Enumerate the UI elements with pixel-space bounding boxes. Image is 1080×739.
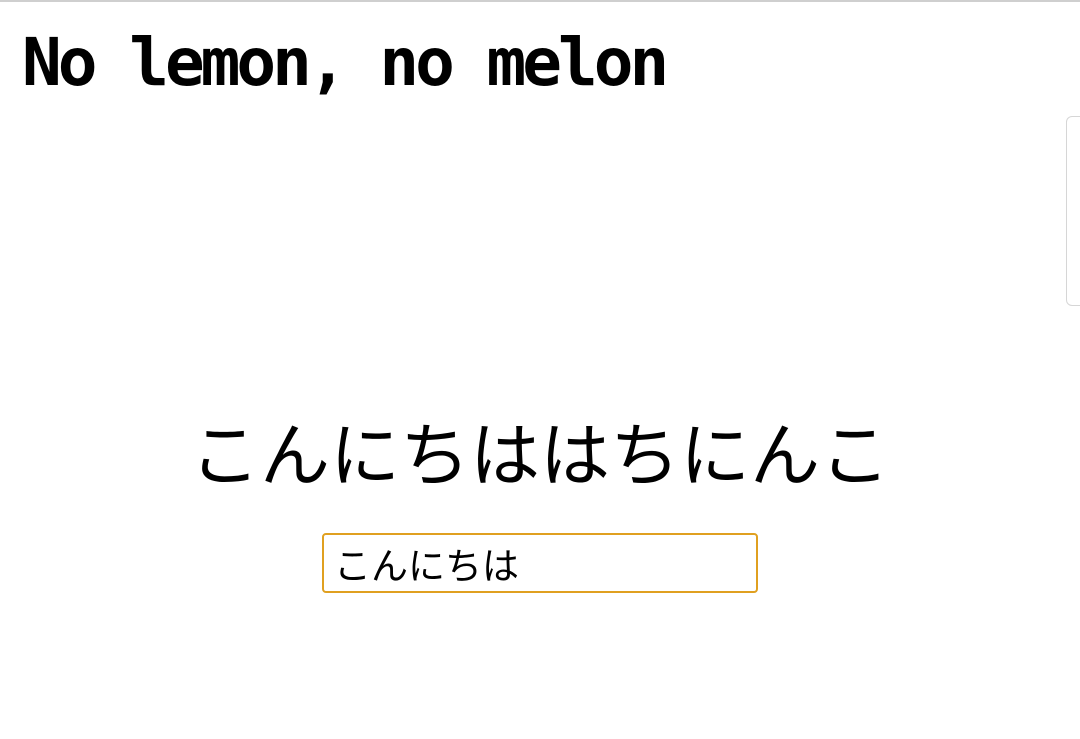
page: No lemon, no melon こんにちははちにんこ [0, 0, 1080, 739]
page-title: No lemon, no melon [22, 24, 669, 101]
text-input-field[interactable] [322, 533, 758, 593]
top-divider [0, 0, 1080, 2]
side-panel-handle[interactable] [1066, 116, 1080, 306]
palindrome-display: こんにちははちにんこ [190, 415, 890, 497]
